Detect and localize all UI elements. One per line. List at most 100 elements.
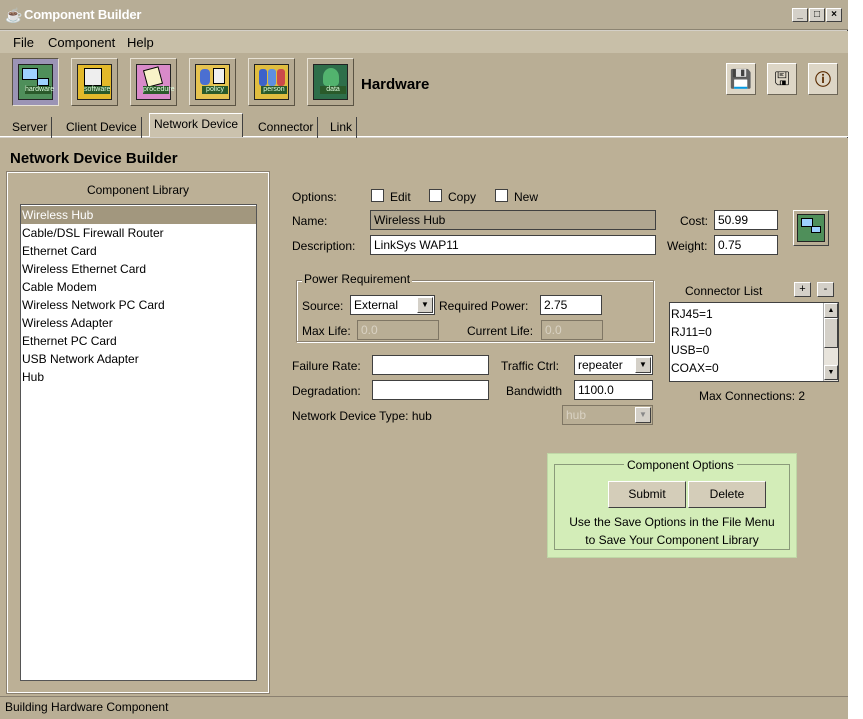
connector-scrollbar[interactable]: ▲ ▼: [823, 303, 838, 381]
library-title: Component Library: [86, 183, 190, 197]
source-label: Source:: [302, 299, 344, 313]
bandwidth-field[interactable]: 1100.0: [574, 380, 653, 400]
hardware-icon: [797, 214, 825, 242]
device-type-label: Network Device Type: hub: [292, 409, 432, 423]
policy-icon: policy: [195, 64, 230, 100]
scroll-up-icon[interactable]: ▲: [824, 303, 838, 318]
weight-label: Weight:: [667, 239, 708, 253]
list-item[interactable]: COAX=0: [671, 359, 719, 377]
failure-rate-label: Failure Rate:: [292, 359, 361, 373]
list-item[interactable]: RJ45=1: [671, 305, 713, 323]
data-button[interactable]: data: [307, 58, 354, 106]
info-button[interactable]: ⓘ: [808, 63, 838, 95]
current-life-field: 0.0: [541, 320, 603, 340]
degradation-label: Degradation:: [292, 384, 361, 398]
max-connections-label: Max Connections: 2: [699, 389, 806, 403]
weight-field[interactable]: 0.75: [714, 235, 778, 255]
connector-list-title: Connector List: [685, 284, 763, 298]
options-hint-line2: to Save Your Component Library: [585, 533, 759, 547]
save-as-button[interactable]: 🖫: [767, 63, 797, 95]
list-item[interactable]: Ethernet PC Card: [21, 332, 256, 350]
list-item[interactable]: Cable/DSL Firewall Router: [21, 224, 256, 242]
remove-connector-button[interactable]: -: [817, 282, 834, 297]
floppy-disk-icon: 💾: [729, 69, 753, 89]
chevron-down-icon: ▼: [635, 407, 651, 423]
procedure-button[interactable]: procedure: [130, 58, 177, 106]
list-item[interactable]: RJ11=0: [671, 323, 712, 341]
library-list[interactable]: Wireless Hub Cable/DSL Firewall Router E…: [20, 204, 257, 681]
close-button[interactable]: ×: [826, 8, 842, 22]
list-item[interactable]: USB Network Adapter: [21, 350, 256, 368]
toolbar-title: Hardware: [361, 76, 430, 93]
info-bubble-icon: ⓘ: [814, 72, 831, 89]
max-life-label: Max Life:: [302, 324, 351, 338]
add-connector-button[interactable]: +: [794, 282, 811, 297]
device-type-value: hub: [566, 408, 587, 422]
chevron-down-icon: ▼: [635, 357, 651, 373]
list-item[interactable]: Wireless Ethernet Card: [21, 260, 256, 278]
required-power-label: Required Power:: [439, 299, 529, 313]
new-checkbox[interactable]: [495, 189, 508, 202]
cost-field[interactable]: 50.99: [714, 210, 778, 230]
minimize-button[interactable]: _: [792, 8, 808, 22]
person-icon: person: [254, 64, 289, 100]
traffic-ctrl-select[interactable]: repeater ▼: [574, 355, 653, 375]
menu-help[interactable]: Help: [127, 35, 154, 50]
traffic-ctrl-value: repeater: [578, 358, 623, 372]
data-icon: data: [313, 64, 348, 100]
component-options-title: Component Options: [624, 458, 737, 472]
save-button[interactable]: 💾: [726, 63, 756, 95]
copy-checkbox[interactable]: [429, 189, 442, 202]
floppy-export-icon: 🖫: [774, 69, 790, 89]
java-cup-icon: ☕: [5, 7, 23, 23]
tab-link[interactable]: Link: [326, 117, 358, 138]
chevron-down-icon: ▼: [417, 297, 433, 313]
component-image-button[interactable]: [793, 210, 829, 246]
cost-label: Cost:: [680, 214, 709, 228]
software-button[interactable]: software: [71, 58, 118, 106]
scroll-down-icon[interactable]: ▼: [824, 365, 838, 380]
current-life-label: Current Life:: [467, 324, 534, 338]
menu-file[interactable]: File: [13, 35, 34, 50]
list-item[interactable]: Wireless Hub: [21, 206, 256, 224]
tab-server[interactable]: Server: [8, 117, 53, 138]
required-power-field[interactable]: 2.75: [540, 295, 602, 315]
options-hint-line1: Use the Save Options in the File Menu: [569, 515, 775, 529]
degradation-field[interactable]: [372, 380, 489, 400]
software-icon: software: [77, 64, 112, 100]
list-item[interactable]: Cable Modem: [21, 278, 256, 296]
menu-component[interactable]: Component: [48, 35, 115, 50]
submit-button[interactable]: Submit: [608, 481, 686, 508]
options-label: Options:: [292, 190, 337, 204]
power-requirement-title: Power Requirement: [302, 272, 413, 286]
policy-button[interactable]: policy: [189, 58, 236, 106]
source-value: External: [354, 298, 399, 312]
procedure-icon: procedure: [136, 64, 175, 100]
description-field[interactable]: LinkSys WAP11: [370, 235, 656, 255]
max-life-field: 0.0: [357, 320, 439, 340]
list-item[interactable]: Wireless Network PC Card: [21, 296, 256, 314]
list-item[interactable]: Wireless Adapter: [21, 314, 256, 332]
name-field[interactable]: Wireless Hub: [370, 210, 656, 230]
bandwidth-label: Bandwidth: [506, 384, 563, 398]
traffic-ctrl-label: Traffic Ctrl:: [501, 359, 560, 373]
delete-button[interactable]: Delete: [688, 481, 766, 508]
edit-checkbox[interactable]: [371, 189, 384, 202]
tab-client-device[interactable]: Client Device: [62, 117, 142, 138]
list-item[interactable]: Hub: [21, 368, 256, 386]
maximize-button[interactable]: □: [809, 8, 825, 22]
list-item[interactable]: USB=0: [671, 341, 709, 359]
person-button[interactable]: person: [248, 58, 295, 106]
connector-list[interactable]: RJ45=1 RJ11=0 USB=0 COAX=0 ▲ ▼: [669, 302, 839, 382]
failure-rate-field[interactable]: [372, 355, 489, 375]
tab-connector[interactable]: Connector: [254, 117, 319, 138]
hardware-button[interactable]: hardware: [12, 58, 59, 106]
tab-network-device[interactable]: Network Device: [149, 113, 244, 137]
list-item[interactable]: Ethernet Card: [21, 242, 256, 260]
new-checkbox-label: New: [514, 190, 539, 204]
hardware-icon: hardware: [18, 64, 54, 100]
device-type-select: hub ▼: [562, 405, 653, 425]
source-select[interactable]: External ▼: [350, 295, 435, 315]
scroll-thumb[interactable]: [824, 318, 838, 348]
name-label: Name:: [292, 214, 328, 228]
